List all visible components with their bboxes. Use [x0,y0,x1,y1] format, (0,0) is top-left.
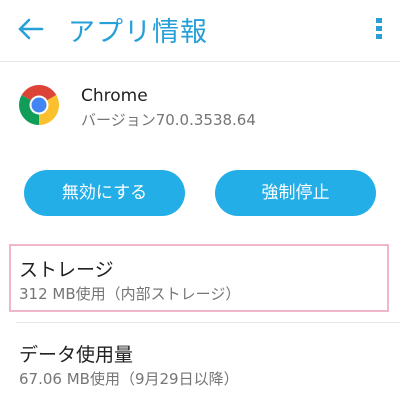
back-button[interactable] [14,12,48,46]
disable-button[interactable]: 無効にする [24,170,185,216]
overflow-menu-button[interactable] [372,16,386,42]
more-vert-icon [376,18,382,39]
storage-title: ストレージ [19,259,114,281]
app-version: バージョン70.0.3538.64 [81,111,256,129]
storage-divider [16,322,400,323]
storage-row[interactable]: ストレージ 312 MB使用（内部ストレージ） [9,244,389,312]
data-usage-row[interactable]: データ使用量 67.06 MB使用（9月29日以降） [0,328,400,398]
storage-summary: 312 MB使用（内部ストレージ） [19,285,241,303]
back-arrow-icon [18,18,44,40]
force-stop-button[interactable]: 強制停止 [215,170,376,216]
app-name: Chrome [81,86,148,106]
header-divider [0,61,400,62]
chrome-logo-icon [18,84,60,126]
data-usage-summary: 67.06 MB使用（9月29日以降） [19,370,239,388]
page-title: アプリ情報 [68,17,208,48]
app-bar: アプリ情報 [0,0,400,60]
data-usage-title: データ使用量 [19,344,134,366]
